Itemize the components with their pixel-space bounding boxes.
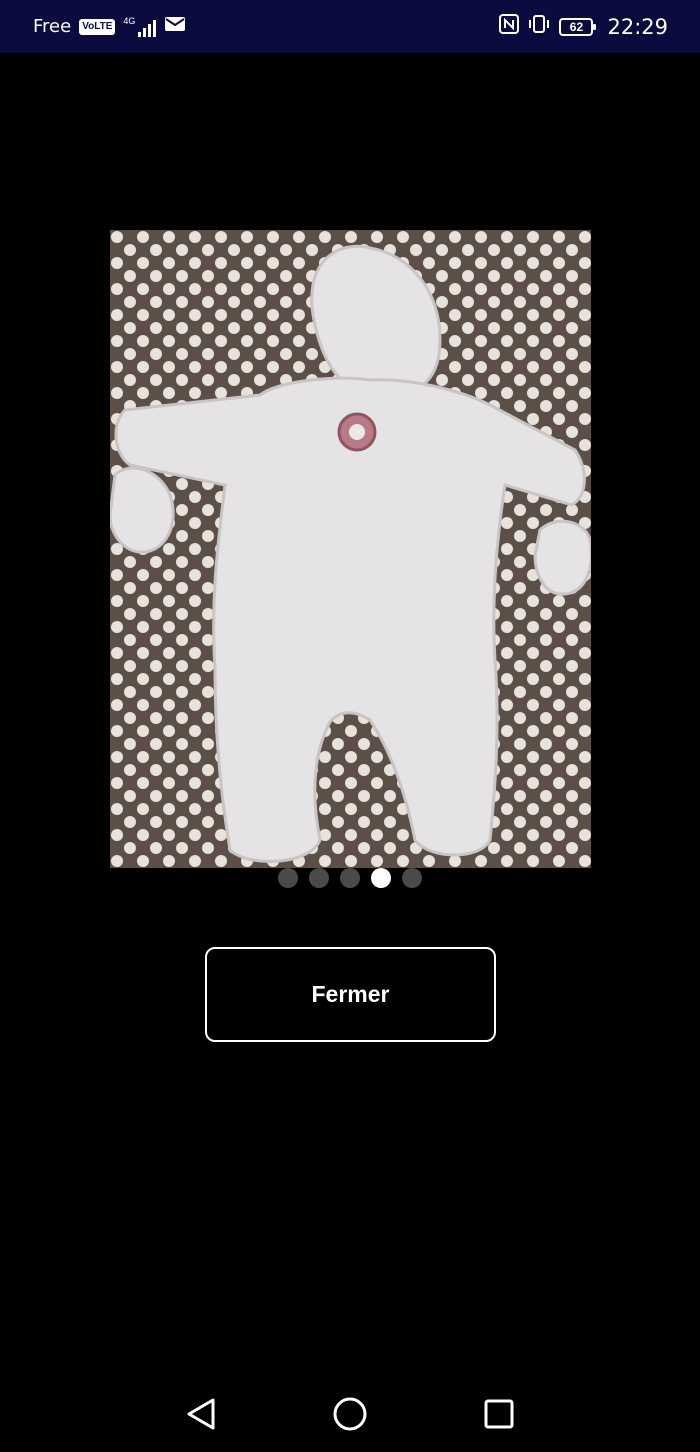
- pager-dot[interactable]: [278, 868, 298, 888]
- battery-icon: 62: [559, 17, 597, 36]
- volte-icon: VoLTE: [79, 18, 116, 35]
- pager-dot[interactable]: [402, 868, 422, 888]
- nfc-icon: [499, 14, 520, 39]
- product-photo[interactable]: [110, 230, 591, 868]
- status-left: Free VoLTE 4G: [33, 16, 186, 37]
- battery-level: 62: [569, 19, 584, 34]
- close-button[interactable]: Fermer: [205, 947, 496, 1042]
- mail-icon: [164, 16, 186, 37]
- image-pager: [0, 868, 700, 888]
- back-icon[interactable]: [181, 1394, 221, 1434]
- pager-dot[interactable]: [340, 868, 360, 888]
- pager-dot[interactable]: [309, 868, 329, 888]
- status-time: 22:29: [607, 14, 668, 39]
- navigation-bar: [0, 1374, 700, 1452]
- status-right: 62 22:29: [499, 14, 668, 39]
- vibrate-icon: [527, 14, 551, 39]
- recent-apps-icon[interactable]: [479, 1394, 519, 1434]
- photo-illustration: [110, 230, 591, 868]
- carrier-name: Free: [33, 16, 72, 37]
- network-type-label: 4G: [123, 15, 136, 26]
- home-icon[interactable]: [330, 1394, 370, 1434]
- status-bar: Free VoLTE 4G 62 22:29: [0, 0, 700, 53]
- pager-dot-active[interactable]: [371, 868, 391, 888]
- signal-icon: 4G: [123, 15, 157, 37]
